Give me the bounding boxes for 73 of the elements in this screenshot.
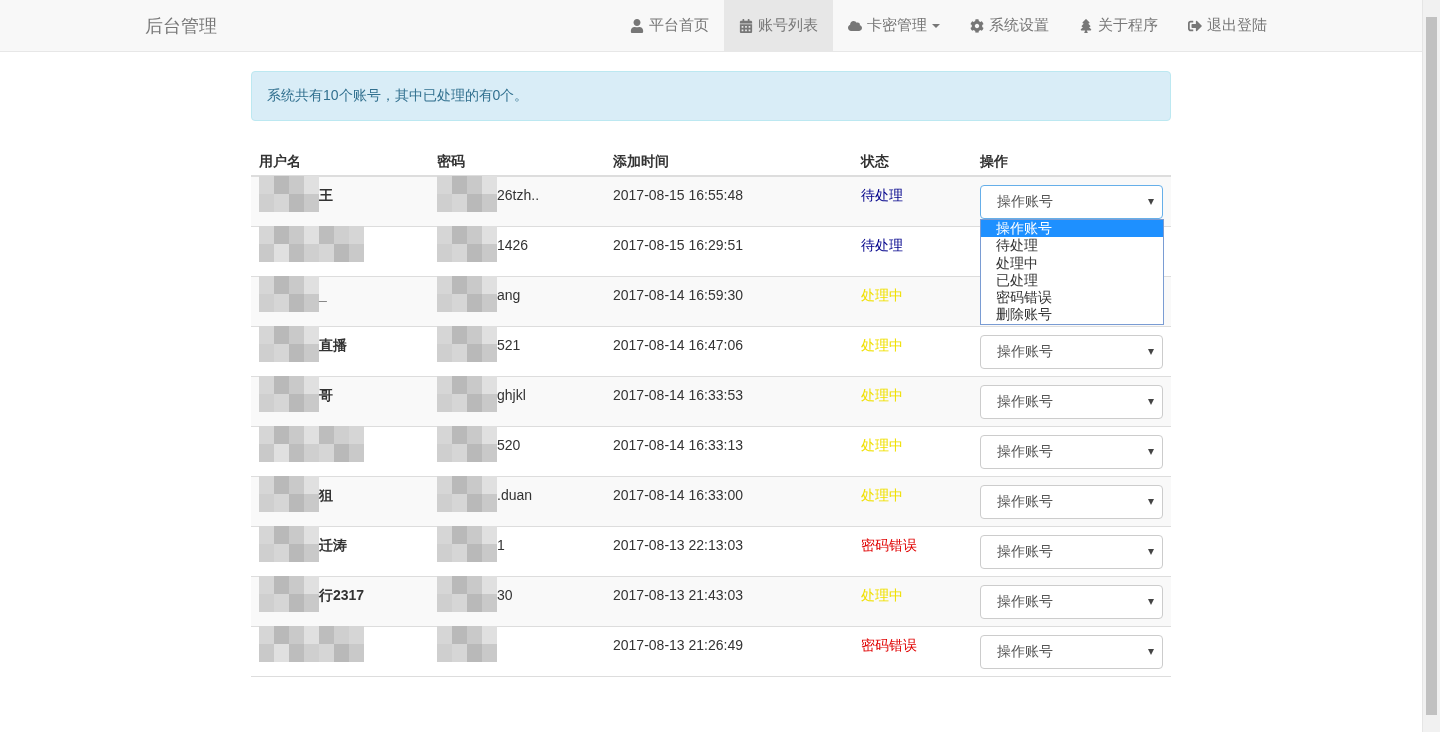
dropdown-arrow-icon [1148, 649, 1154, 655]
time-text: 2017-08-15 16:29:51 [613, 236, 743, 254]
nav-link[interactable]: 卡密管理 [833, 0, 955, 51]
logout-icon [1188, 18, 1202, 33]
scrollbar[interactable] [1422, 0, 1440, 732]
status-text: 密码错误 [861, 536, 917, 554]
action-select[interactable]: 操作账号 [980, 185, 1163, 219]
dropdown-arrow-icon [1148, 599, 1154, 605]
info-alert: 系统共有10个账号，其中已处理的有0个。 [251, 71, 1171, 121]
action-select[interactable]: 操作账号 [980, 485, 1163, 519]
column-header: 状态 [861, 152, 889, 170]
status-text: 处理中 [861, 486, 903, 504]
nav-link[interactable]: 账号列表 [724, 0, 833, 51]
nav-link[interactable]: 平台首页 [615, 0, 724, 51]
dropdown-arrow-icon [1148, 499, 1154, 505]
action-select[interactable]: 操作账号 [980, 335, 1163, 369]
action-select[interactable]: 操作账号 [980, 435, 1163, 469]
cloud-icon [848, 18, 862, 33]
brand-title: 后台管理 [145, 14, 218, 38]
dropdown-arrow-icon [1148, 399, 1154, 405]
time-text: 2017-08-14 16:59:30 [613, 286, 743, 304]
nav-link[interactable]: 退出登陆 [1173, 0, 1282, 51]
time-text: 2017-08-14 16:47:06 [613, 336, 743, 354]
tree-icon [1079, 18, 1093, 33]
status-text: 密码错误 [861, 636, 917, 654]
username-text: 王 [319, 186, 333, 204]
calendar-icon [739, 18, 753, 33]
username-text: 直播 [319, 336, 347, 354]
username-text: 狙 [319, 486, 333, 504]
password-text: ang [497, 286, 521, 304]
time-text: 2017-08-13 21:43:03 [613, 586, 743, 604]
caret-icon [932, 23, 940, 28]
password-text: 520 [497, 436, 521, 454]
time-text: 2017-08-15 16:55:48 [613, 186, 743, 204]
column-header: 添加时间 [613, 152, 669, 170]
password-text: 521 [497, 336, 521, 354]
status-text: 处理中 [861, 336, 903, 354]
time-text: 2017-08-13 22:13:03 [613, 536, 743, 554]
username-text: 哥 [319, 386, 333, 404]
status-text: 待处理 [861, 186, 903, 204]
dropdown-arrow-icon [1148, 349, 1154, 355]
password-text: 1426 [497, 236, 529, 254]
status-text: 处理中 [861, 436, 903, 454]
gear-icon [970, 18, 984, 33]
status-text: 待处理 [861, 236, 903, 254]
time-text: 2017-08-13 21:26:49 [613, 636, 743, 654]
password-text: 30 [497, 586, 513, 604]
action-select[interactable]: 操作账号 [980, 585, 1163, 619]
password-text: 1 [497, 536, 505, 554]
username-text: 迁涛 [319, 536, 347, 554]
time-text: 2017-08-14 16:33:53 [613, 386, 743, 404]
column-header: 用户名 [259, 152, 301, 170]
status-text: 处理中 [861, 286, 903, 304]
dropdown-arrow-icon [1148, 449, 1154, 455]
username-text: 行2317 [319, 586, 365, 604]
column-header: 密码 [437, 152, 465, 170]
nav-link[interactable]: 关于程序 [1064, 0, 1173, 51]
time-text: 2017-08-14 16:33:00 [613, 486, 743, 504]
username-text: _ [319, 286, 327, 304]
password-text: ghjkl [497, 386, 526, 404]
column-header: 操作 [980, 152, 1008, 170]
user-icon [630, 18, 644, 33]
status-text: 处理中 [861, 386, 903, 404]
password-text: .duan [497, 486, 533, 504]
action-select[interactable]: 操作账号 [980, 635, 1163, 669]
password-text: 26tzh.. [497, 186, 540, 204]
action-select[interactable]: 操作账号 [980, 535, 1163, 569]
nav-link[interactable]: 系统设置 [955, 0, 1064, 51]
dropdown-arrow-icon [1148, 199, 1154, 205]
status-text: 处理中 [861, 586, 903, 604]
time-text: 2017-08-14 16:33:13 [613, 436, 743, 454]
action-select[interactable]: 操作账号 [980, 385, 1163, 419]
dropdown-arrow-icon [1148, 549, 1154, 555]
